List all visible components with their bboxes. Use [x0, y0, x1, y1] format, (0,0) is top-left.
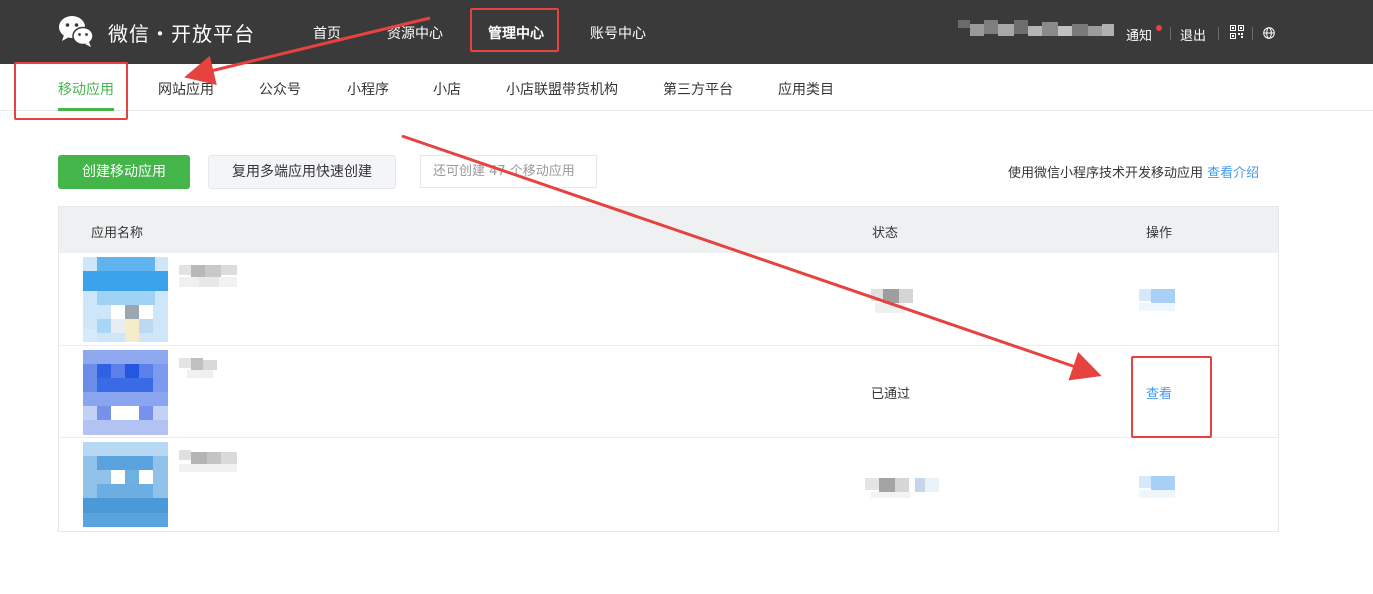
status-approved: 已通过 — [871, 387, 911, 402]
table-row — [59, 437, 1278, 529]
tab-shop[interactable]: 小店 — [433, 79, 461, 99]
tab-app-categories[interactable]: 应用类目 — [778, 79, 834, 99]
promo-view-intro-link[interactable]: 查看介绍 — [1207, 166, 1259, 181]
app-type-tabs: 移动应用 网站应用 公众号 小程序 小店 小店联盟带货机构 第三方平台 应用类目 — [0, 64, 1373, 111]
logout-link[interactable]: 退出 — [1180, 25, 1206, 44]
app-list-table: 应用名称 状态 操作 已通过 查看 — [58, 206, 1279, 532]
divider — [1170, 27, 1171, 40]
table-row — [59, 253, 1278, 345]
column-header-app-name: 应用名称 — [91, 226, 144, 241]
globe-icon[interactable] — [1263, 27, 1275, 39]
promo-text: 使用微信小程序技术开发移动应用 查看介绍 — [1008, 162, 1259, 181]
column-header-actions: 操作 — [1146, 226, 1173, 241]
brand-title[interactable]: 微信・开放平台 — [108, 18, 255, 47]
tab-shop-alliance[interactable]: 小店联盟带货机构 — [506, 79, 618, 99]
app-name-redacted — [179, 450, 237, 472]
wechat-logo-icon[interactable] — [58, 14, 94, 48]
tab-official-accounts[interactable]: 公众号 — [259, 79, 301, 99]
tab-mobile-apps[interactable]: 移动应用 — [58, 79, 114, 99]
top-navbar: 微信・开放平台 首页 资源中心 管理中心 账号中心 通知 退出 — [0, 0, 1373, 64]
app-name-redacted — [179, 358, 217, 378]
nav-resources[interactable]: 资源中心 — [387, 23, 443, 43]
nav-home[interactable]: 首页 — [313, 23, 341, 43]
app-icon-redacted — [83, 257, 168, 342]
user-info-redacted[interactable] — [958, 16, 1118, 40]
app-icon-redacted — [83, 442, 168, 527]
remaining-quota-text: 还可创建 47 个移动应用 — [420, 155, 597, 188]
app-icon-redacted — [83, 350, 168, 435]
reuse-multi-app-button[interactable]: 复用多端应用快速创建 — [208, 155, 396, 189]
tab-mini-programs[interactable]: 小程序 — [347, 79, 389, 99]
qrcode-icon[interactable] — [1230, 25, 1244, 39]
nav-management[interactable]: 管理中心 — [488, 23, 544, 43]
table-row: 已通过 查看 — [59, 345, 1278, 437]
column-header-status: 状态 — [872, 226, 899, 241]
status-redacted — [865, 478, 939, 498]
divider — [1218, 27, 1219, 40]
view-app-link[interactable]: 查看 — [1146, 383, 1172, 402]
divider — [1252, 27, 1253, 40]
table-header: 应用名称 状态 操作 — [59, 207, 1278, 253]
notice-link[interactable]: 通知 — [1126, 25, 1152, 44]
status-redacted — [871, 289, 913, 313]
promo-description: 使用微信小程序技术开发移动应用 — [1008, 166, 1204, 181]
tab-web-apps[interactable]: 网站应用 — [158, 79, 214, 99]
create-mobile-app-button[interactable]: 创建移动应用 — [58, 155, 190, 189]
notice-badge-dot — [1156, 25, 1162, 31]
nav-account[interactable]: 账号中心 — [590, 23, 646, 43]
tab-third-party[interactable]: 第三方平台 — [663, 79, 733, 99]
app-name-redacted — [179, 265, 237, 287]
action-redacted — [1139, 476, 1175, 498]
active-tab-indicator — [58, 108, 114, 111]
action-redacted — [1139, 289, 1175, 311]
